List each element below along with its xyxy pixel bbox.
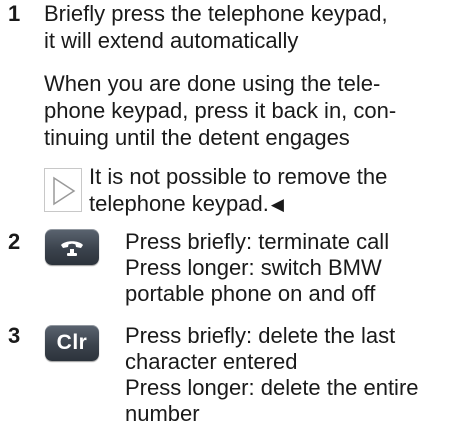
step-number-2: 2 xyxy=(8,229,21,254)
note-line-2: telephone keypad. ◀ xyxy=(89,191,284,218)
end-mark-icon: ◀ xyxy=(270,195,284,214)
step2-line-2: Press longer: switch BMW xyxy=(125,255,382,280)
step1-line-1: Briefly press the telephone keypad, xyxy=(44,1,388,26)
step-number-3: 3 xyxy=(8,323,21,348)
clr-button-label: Clr xyxy=(56,331,88,354)
end-call-button xyxy=(45,229,99,265)
step3-line-1: Press briefly: delete the last xyxy=(125,323,396,348)
step3-line-2: character entered xyxy=(125,349,298,374)
note-line-1: It is not possible to remove the xyxy=(89,164,388,189)
step-number-1: 1 xyxy=(8,1,21,26)
step1-para2-line-2: phone keypad, press it back in, con- xyxy=(44,98,397,123)
play-triangle-icon xyxy=(53,176,76,206)
phone-handset-icon xyxy=(61,241,83,256)
step3-line-4: number xyxy=(125,401,200,426)
step3-line-3: Press longer: delete the entire xyxy=(125,375,419,400)
step2-line-1: Press briefly: terminate call xyxy=(125,229,390,254)
step1-para2-line-1: When you are done using the tele- xyxy=(44,71,381,96)
note-line-2-text: telephone keypad. xyxy=(89,191,269,216)
note-box xyxy=(44,168,82,212)
step2-line-3: portable phone on and off xyxy=(125,281,376,306)
clr-button: Clr xyxy=(45,325,99,361)
step1-para2-line-3: tinuing until the detent engages xyxy=(44,125,350,150)
step1-line-2: it will extend automatically xyxy=(44,28,299,53)
